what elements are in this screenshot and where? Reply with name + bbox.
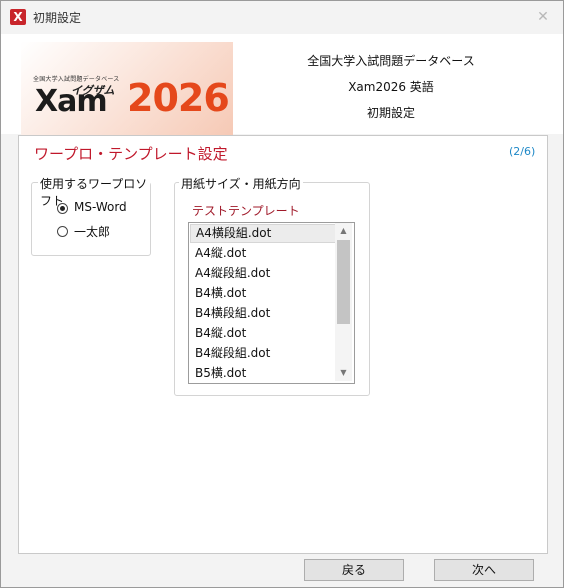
header-db-name: 全国大学入試問題データベース bbox=[307, 54, 475, 68]
header-banner: 全国大学入試問題データベース Xam イグザム 2026 全国大学入試問題データ… bbox=[1, 34, 563, 136]
ichitaro-radio[interactable] bbox=[57, 226, 68, 237]
list-item-b4-tate[interactable]: B4縦.dot bbox=[190, 324, 338, 343]
paper-size-group-label: 用紙サイズ・用紙方向 bbox=[179, 175, 303, 192]
ichitaro-label[interactable]: 一太郎 bbox=[74, 223, 110, 240]
panel-title: ワープロ・テンプレート設定 bbox=[34, 145, 228, 163]
test-template-label: テストテンプレート bbox=[192, 204, 300, 218]
window-title: 初期設定 bbox=[33, 11, 82, 25]
close-button[interactable]: ✕ bbox=[533, 7, 553, 27]
dialog-window: X 初期設定 ✕ 全国大学入試問題データベース Xam イグザム 2026 全国… bbox=[0, 0, 564, 588]
list-item-a4-tate[interactable]: A4縦.dot bbox=[190, 244, 338, 263]
app-icon: X bbox=[10, 9, 26, 25]
list-item-a4-yoko-dankumi[interactable]: A4横段組.dot bbox=[190, 224, 338, 243]
list-scrollbar[interactable]: ▲ ▼ bbox=[335, 223, 352, 381]
word-processor-group: 使用するワープロソフト MS-Word 一太郎 bbox=[31, 175, 151, 256]
scroll-thumb[interactable] bbox=[337, 240, 350, 324]
list-item-b4-yoko-dankumi[interactable]: B4横段組.dot bbox=[190, 304, 338, 323]
paper-size-group: 用紙サイズ・用紙方向 テストテンプレート A4横段組.dot A4縦.dot A… bbox=[174, 175, 370, 396]
next-button[interactable]: 次へ bbox=[434, 559, 534, 581]
list-item-b5-yoko[interactable]: B5横.dot bbox=[190, 364, 338, 383]
scroll-up-icon[interactable]: ▲ bbox=[335, 223, 352, 239]
header-page-name: 初期設定 bbox=[366, 106, 415, 120]
xam-logo: 全国大学入試問題データベース Xam イグザム 2026 bbox=[21, 42, 233, 136]
template-listbox[interactable]: A4横段組.dot A4縦.dot A4縦段組.dot B4横.dot B4横段… bbox=[188, 222, 355, 384]
ms-word-radio[interactable] bbox=[57, 203, 68, 214]
list-item-b4-yoko[interactable]: B4横.dot bbox=[190, 284, 338, 303]
ms-word-label[interactable]: MS-Word bbox=[74, 200, 127, 214]
scroll-down-icon[interactable]: ▼ bbox=[335, 365, 352, 381]
logo-kana-text: イグザム bbox=[71, 84, 115, 97]
step-indicator: (2/6) bbox=[509, 145, 536, 158]
list-item-a4-tate-dankumi[interactable]: A4縦段組.dot bbox=[190, 264, 338, 283]
title-bar: X 初期設定 ✕ bbox=[1, 1, 563, 33]
header-product-name: Xam2026 英語 bbox=[348, 80, 434, 94]
back-button[interactable]: 戻る bbox=[304, 559, 404, 581]
close-icon: ✕ bbox=[537, 9, 549, 25]
list-item-b4-tate-dankumi[interactable]: B4縦段組.dot bbox=[190, 344, 338, 363]
logo-year-text: 2026 bbox=[127, 76, 230, 120]
settings-panel: ワープロ・テンプレート設定 (2/6) 使用するワープロソフト MS-Word … bbox=[18, 135, 548, 554]
